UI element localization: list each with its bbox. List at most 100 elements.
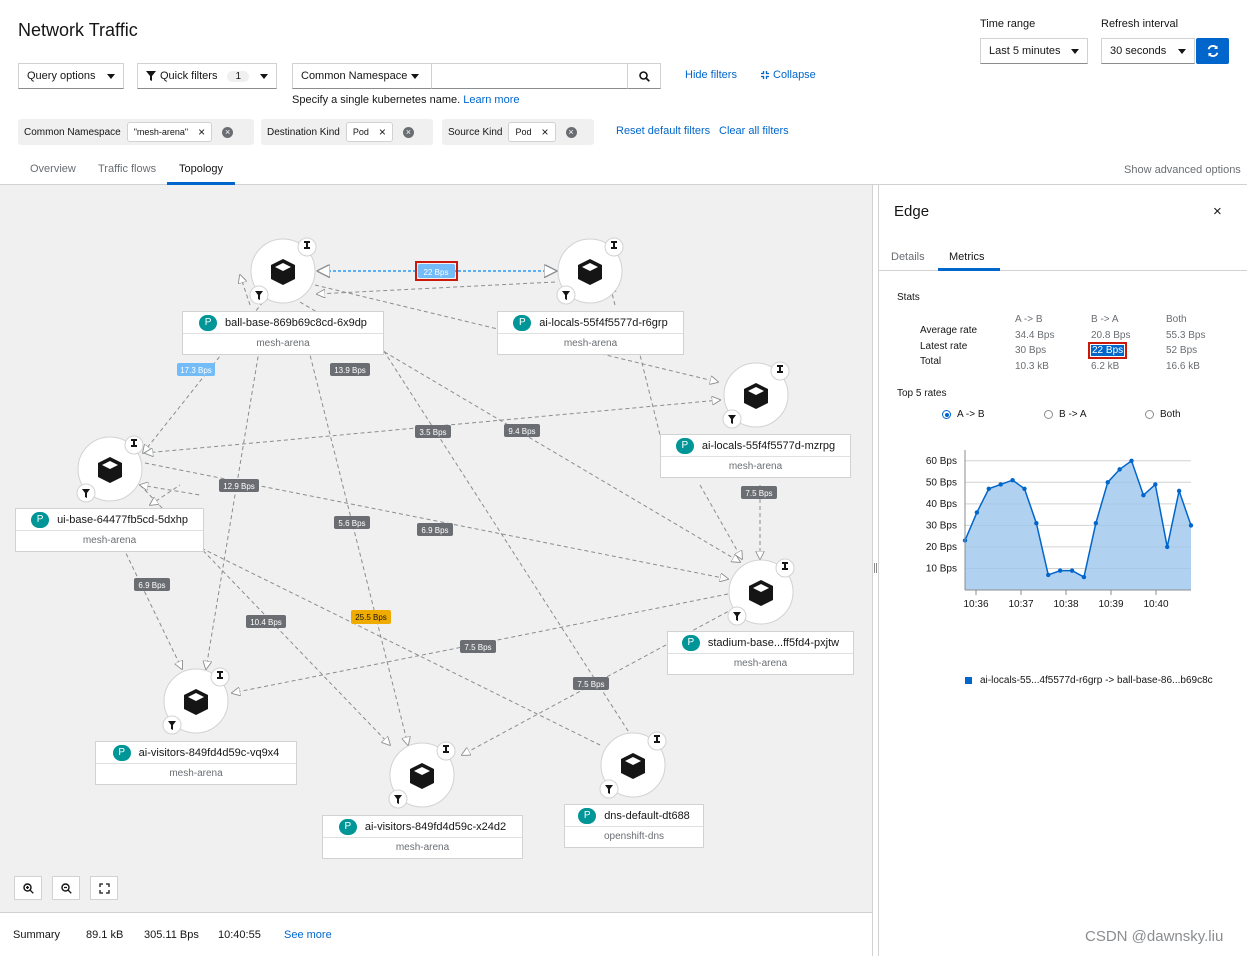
fit-to-screen-button[interactable]: [90, 876, 118, 900]
remove-group-icon[interactable]: ×: [222, 126, 234, 138]
edge-label[interactable]: 9.4 Bps: [508, 427, 535, 436]
close-icon[interactable]: ×: [542, 125, 549, 139]
search-input[interactable]: [431, 63, 628, 89]
time-range-select[interactable]: Last 5 minutes: [980, 38, 1088, 64]
remove-group-icon[interactable]: ×: [402, 126, 414, 138]
edge-label[interactable]: 17.3 Bps: [180, 366, 212, 375]
stats-value-highlighted: 22 Bps: [1087, 342, 1128, 359]
refresh-button[interactable]: [1196, 38, 1229, 64]
node-label[interactable]: Pai-locals-55f4f5577d-r6grp mesh-arena: [497, 311, 684, 355]
edge[interactable]: [299, 314, 408, 745]
radio-both[interactable]: [1145, 410, 1154, 419]
summary-time: 10:40:55: [218, 929, 261, 941]
node-label[interactable]: Pui-base-64477fb5cd-5dxhp mesh-arena: [15, 508, 204, 552]
node-circle[interactable]: [76, 435, 144, 503]
node-circle[interactable]: [556, 237, 624, 305]
legend-label: ai-locals-55...4f5577d-r6grp -> ball-bas…: [980, 675, 1213, 686]
node-circle[interactable]: [727, 558, 795, 626]
edge[interactable]: [150, 484, 181, 505]
stats-col-both: Both: [1166, 314, 1187, 325]
expand-icon: [98, 882, 110, 894]
node-label[interactable]: Pai-visitors-849fd4d59c-vq9x4 mesh-arena: [95, 741, 297, 785]
edge[interactable]: [379, 344, 651, 766]
data-point: [1081, 574, 1087, 580]
quick-filters-select[interactable]: Quick filters 1: [137, 63, 277, 89]
node-circle[interactable]: [388, 741, 456, 809]
filter-chip-group-namespace: Common Namespace "mesh-arena" × ×: [18, 119, 254, 145]
edge[interactable]: [140, 485, 201, 496]
edge-label[interactable]: 6.9 Bps: [421, 526, 448, 535]
edge[interactable]: [240, 275, 251, 306]
refresh-interval-select[interactable]: 30 seconds: [1101, 38, 1195, 64]
hide-filters-link[interactable]: Hide filters: [685, 69, 737, 81]
see-more-link[interactable]: See more: [284, 929, 332, 941]
x-tick-label: 10:36: [963, 599, 988, 610]
sync-icon: [1207, 45, 1218, 57]
edge-label[interactable]: 10.4 Bps: [250, 618, 282, 627]
edge[interactable]: [194, 544, 601, 746]
radio-b-to-a[interactable]: [1044, 410, 1053, 419]
node-label[interactable]: Pai-locals-55f4f5577d-mzrpg mesh-arena: [660, 434, 851, 478]
learn-more-link[interactable]: Learn more: [463, 94, 519, 106]
edge-label[interactable]: 6.9 Bps: [138, 581, 165, 590]
edge[interactable]: [699, 484, 742, 559]
stats-row-label: Latest rate: [920, 341, 968, 352]
node-namespace: mesh-arena: [563, 338, 618, 349]
edge-label[interactable]: 12.9 Bps: [223, 482, 255, 491]
tab-overview[interactable]: Overview: [30, 163, 76, 175]
node-circle[interactable]: [162, 667, 230, 735]
node-namespace: mesh-arena: [256, 338, 310, 349]
pod-badge: P: [513, 314, 532, 331]
reset-default-filters-link[interactable]: Reset default filters: [616, 125, 710, 137]
search-button[interactable]: [627, 63, 661, 89]
close-icon[interactable]: ×: [198, 125, 205, 139]
y-tick-label: 50 Bps: [926, 477, 957, 488]
filter-chip-group-label: Source Kind: [448, 126, 503, 138]
close-icon[interactable]: ×: [379, 125, 386, 139]
tab-traffic-flows[interactable]: Traffic flows: [98, 163, 156, 175]
node-circle[interactable]: [249, 237, 317, 305]
node-label[interactable]: Pstadium-base...ff5fd4-pxjtw mesh-arena: [667, 631, 854, 675]
data-point: [1010, 477, 1015, 483]
tab-details[interactable]: Details: [891, 251, 925, 263]
tab-metrics[interactable]: Metrics: [949, 251, 984, 263]
zoom-out-button[interactable]: [52, 876, 80, 900]
grip-icon: [874, 563, 877, 573]
query-options-select[interactable]: Query options: [18, 63, 124, 89]
edge-label[interactable]: 7.5 Bps: [745, 489, 772, 498]
zoom-in-button[interactable]: [14, 876, 42, 900]
remove-group-icon[interactable]: ×: [565, 126, 577, 138]
topology-canvas[interactable]: 22 Bps 17.3 Bps 13.9 Bps 3.5 Bps 9.4 Bps…: [0, 185, 872, 912]
edge-label[interactable]: 7.5 Bps: [464, 643, 491, 652]
edge-label[interactable]: 13.9 Bps: [334, 366, 366, 375]
edge[interactable]: [317, 281, 556, 294]
active-tab-indicator: [938, 268, 1000, 271]
edge-label[interactable]: 7.5 Bps: [577, 680, 604, 689]
node-circle[interactable]: [599, 731, 667, 799]
clear-all-filters-link[interactable]: Clear all filters: [719, 125, 789, 137]
panel-resize-handle[interactable]: [872, 185, 879, 956]
zoom-out-icon: [60, 882, 72, 894]
edge-label[interactable]: 3.5 Bps: [419, 428, 446, 437]
tab-topology[interactable]: Topology: [179, 163, 223, 175]
node-label[interactable]: Pai-visitors-849fd4d59c-x24d2 mesh-arena: [322, 815, 523, 859]
radio-a-to-b[interactable]: [942, 410, 951, 419]
node-circle[interactable]: [722, 361, 790, 429]
chevron-down-icon: [411, 74, 419, 79]
x-tick-label: 10:37: [1008, 599, 1033, 610]
filter-chip-group-source-kind: Source Kind Pod × ×: [442, 119, 594, 145]
node-label[interactable]: Pdns-default-dt688 openshift-dns: [564, 804, 704, 848]
edge[interactable]: [119, 540, 182, 669]
data-point: [1093, 521, 1099, 526]
namespace-select[interactable]: Common Namespace: [292, 63, 432, 89]
node-label[interactable]: Pball-base-869b69c8cd-6x9dp mesh-arena: [182, 311, 384, 355]
data-point: [1153, 482, 1158, 487]
edge-label[interactable]: 25.5 Bps: [355, 613, 387, 622]
collapse-link[interactable]: Collapse: [760, 69, 816, 81]
close-icon[interactable]: ×: [1213, 203, 1222, 220]
show-advanced-options-link[interactable]: Show advanced options: [1124, 164, 1241, 176]
edge-label[interactable]: 22 Bps: [424, 268, 449, 277]
data-point: [1022, 486, 1027, 491]
edge-label[interactable]: 5.6 Bps: [338, 519, 365, 528]
pod-badge: P: [112, 744, 131, 761]
